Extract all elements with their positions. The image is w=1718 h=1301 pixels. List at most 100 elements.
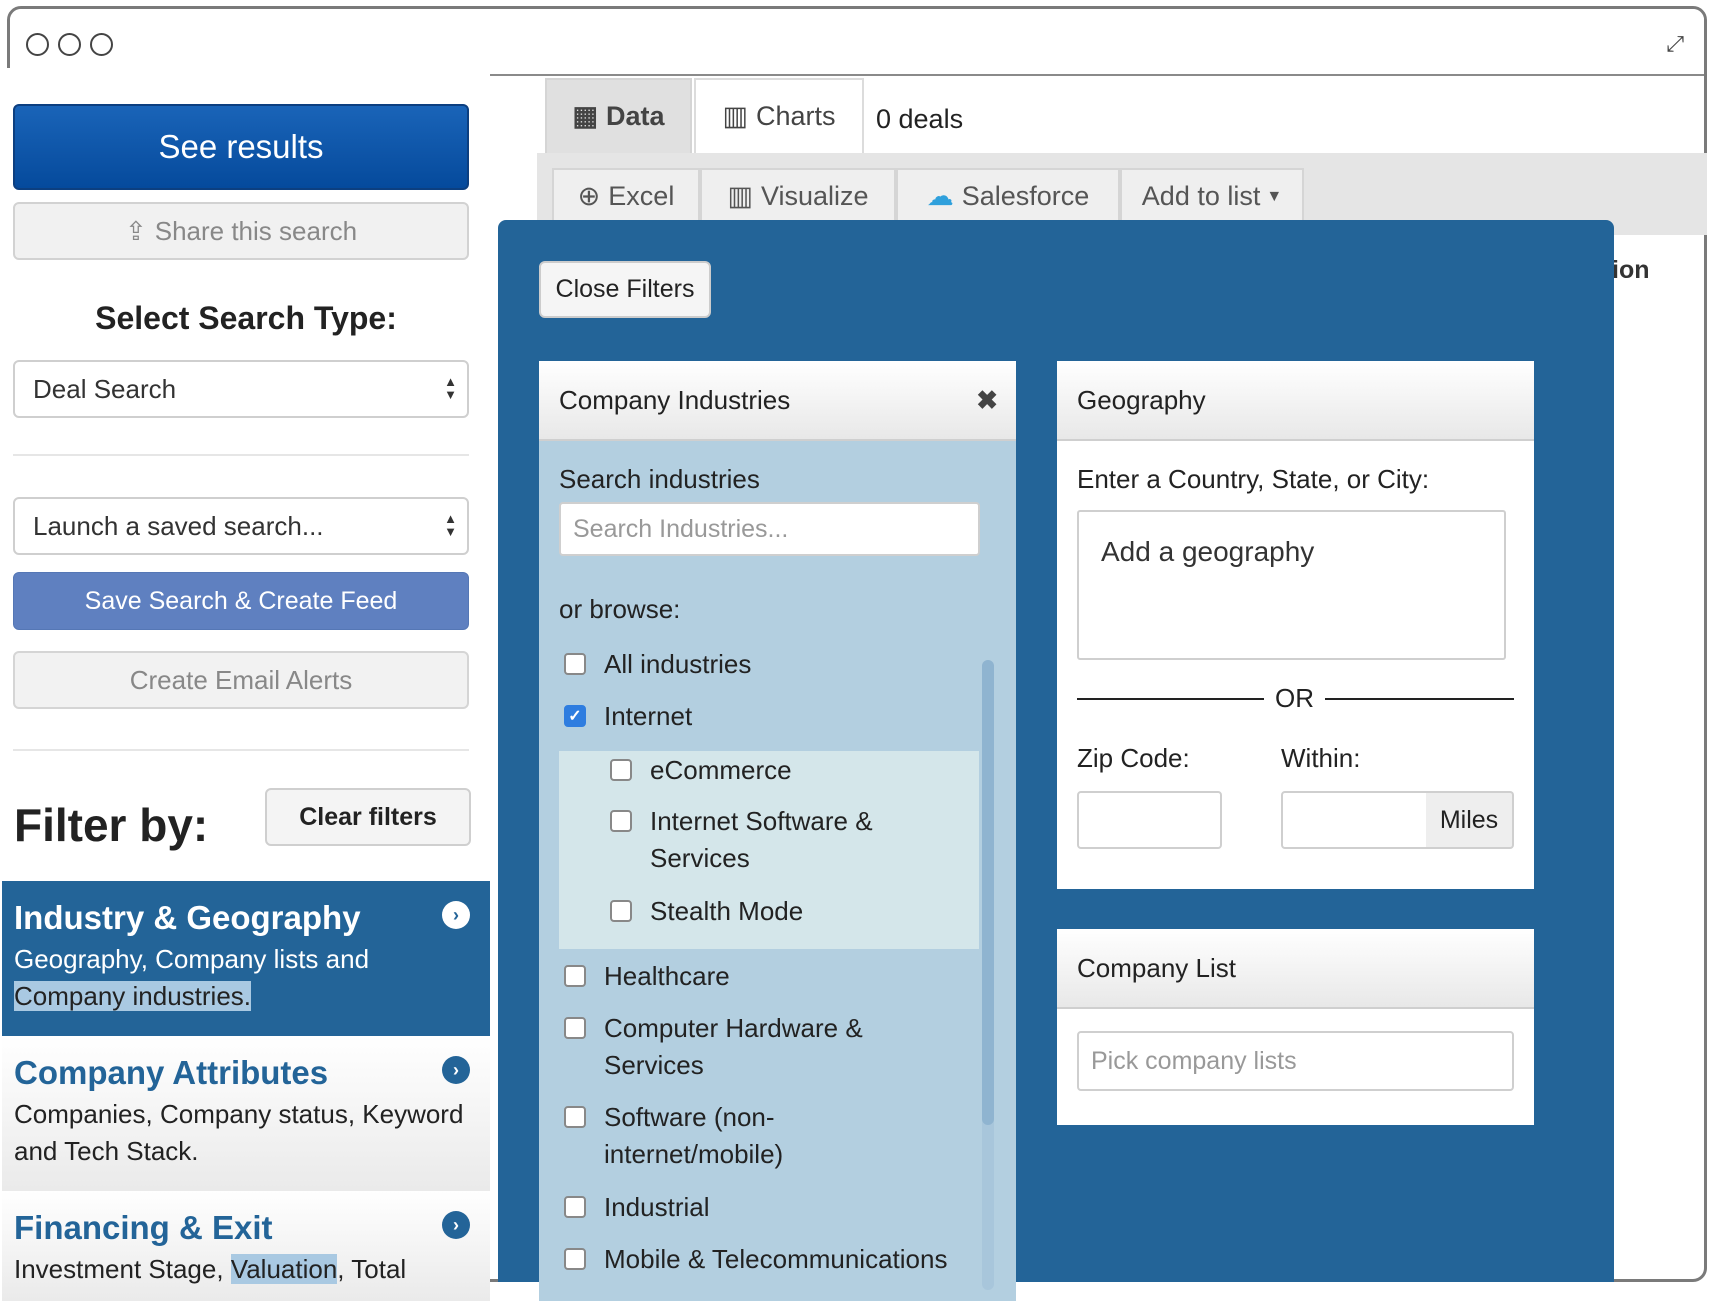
tab-label: Data <box>605 101 665 131</box>
saved-search-value: Launch a saved search... <box>33 510 324 541</box>
industry-label: All industries <box>604 649 752 679</box>
subindustry-item[interactable]: Internet Software & Services <box>610 803 940 877</box>
checkbox[interactable] <box>564 1017 586 1039</box>
industry-item[interactable]: Mobile & Telecommunications <box>564 1241 947 1278</box>
filter-section-industry-geography[interactable]: Industry & Geography Geography, Company … <box>2 881 490 1036</box>
select-arrows-icon: ▲ ▼ <box>444 374 457 402</box>
checkbox-checked[interactable]: ✓ <box>564 705 586 727</box>
window-minimize-dot[interactable] <box>58 33 81 56</box>
chevron-right-icon: › <box>442 1211 470 1239</box>
saved-search-select[interactable]: Launch a saved search... ▲ ▼ <box>13 497 469 555</box>
filter-by-heading: Filter by: <box>14 799 209 851</box>
checkbox[interactable] <box>564 1106 586 1128</box>
search-type-value: Deal Search <box>33 373 177 404</box>
industry-label: eCommerce <box>650 755 792 785</box>
tab-charts[interactable]: ▥ Charts <box>694 78 864 153</box>
industry-label: Computer Hardware & Services <box>604 1013 863 1080</box>
filter-section-desc: Geography, Company lists and Company ind… <box>14 944 370 1011</box>
left-sidebar: See results ⇪ Share this search Select S… <box>2 68 490 1301</box>
browse-label: or browse: <box>559 594 681 624</box>
visualize-label: Visualize <box>760 181 869 211</box>
share-label: Share this search <box>154 215 358 246</box>
filters-overlay: Close Filters Company Industries ✖ Searc… <box>498 220 1614 1301</box>
subindustry-item[interactable]: Stealth Mode <box>610 893 803 930</box>
deals-count: 0 deals <box>876 104 964 134</box>
checkbox[interactable] <box>610 900 632 922</box>
divider <box>1325 698 1514 700</box>
checkbox[interactable] <box>610 810 632 832</box>
excel-label: Excel <box>608 181 675 211</box>
industry-label: Industrial <box>604 1192 710 1222</box>
excel-button[interactable]: ⊕ Excel <box>552 168 700 225</box>
clear-filters-button[interactable]: Clear filters <box>265 788 471 846</box>
download-icon: ⊕ <box>577 181 601 211</box>
chevron-right-icon: › <box>442 1056 470 1084</box>
within-distance-input[interactable] <box>1281 791 1428 849</box>
divider <box>13 454 469 456</box>
industry-item[interactable]: All industries <box>564 646 751 683</box>
title-bar: ⤢ <box>10 9 1704 76</box>
search-industries-input[interactable]: Search Industries... <box>559 502 980 556</box>
filter-section-title: Industry & Geography <box>14 899 361 936</box>
checkbox[interactable] <box>564 965 586 987</box>
column-header-fragment: ion <box>1612 256 1650 284</box>
tab-label: Charts <box>755 101 836 131</box>
zip-code-input[interactable] <box>1077 791 1222 849</box>
close-icon[interactable]: ✖ <box>976 385 998 416</box>
industry-item[interactable]: ✓ Internet <box>564 698 692 735</box>
checkbox[interactable] <box>564 1248 586 1270</box>
share-search-button[interactable]: ⇪ Share this search <box>13 202 469 260</box>
divider <box>13 749 469 751</box>
geography-input[interactable]: Add a geography <box>1077 510 1506 660</box>
industry-label: Software (non-internet/mobile) <box>604 1102 784 1169</box>
industry-item[interactable]: Computer Hardware & Services <box>564 1010 894 1084</box>
checkbox[interactable] <box>564 653 586 675</box>
filter-section-financing-exit[interactable]: Financing & Exit Investment Stage, Valua… <box>2 1191 490 1301</box>
subindustry-item[interactable]: eCommerce <box>610 752 792 789</box>
within-label: Within: <box>1281 743 1361 773</box>
panel-title: Geography <box>1077 384 1206 415</box>
tab-data[interactable]: ▦ Data <box>545 78 692 153</box>
company-list-input[interactable]: Pick company lists <box>1077 1031 1514 1091</box>
scrollbar-thumb[interactable] <box>982 660 994 1125</box>
visualize-button[interactable]: ▥ Visualize <box>700 168 896 225</box>
expand-icon[interactable]: ⤢ <box>1666 31 1684 57</box>
industry-label: Internet Software & Services <box>650 806 873 873</box>
add-to-list-button[interactable]: Add to list ▼ <box>1120 168 1304 225</box>
panel-header: Company List <box>1057 929 1534 1009</box>
industry-label: Mobile & Telecommunications <box>604 1244 948 1274</box>
panel-title: Company Industries <box>559 384 791 415</box>
bar-chart-icon: ▥ <box>727 181 753 211</box>
window-zoom-dot[interactable] <box>90 33 113 56</box>
search-type-select[interactable]: Deal Search ▲ ▼ <box>13 360 469 418</box>
industry-label: Stealth Mode <box>650 896 804 926</box>
or-separator: OR <box>1275 683 1314 713</box>
filter-section-title: Company Attributes <box>14 1054 329 1091</box>
checkbox[interactable] <box>610 759 632 781</box>
window-close-dot[interactable] <box>26 33 49 56</box>
search-type-label: Select Search Type: <box>95 300 397 336</box>
salesforce-label: Salesforce <box>961 181 1090 211</box>
see-results-button[interactable]: See results <box>13 104 469 190</box>
industry-item[interactable]: Industrial <box>564 1189 710 1226</box>
zip-code-label: Zip Code: <box>1077 743 1190 773</box>
miles-unit: Miles <box>1426 791 1514 849</box>
company-industries-panel: Company Industries ✖ Search industries S… <box>539 361 1016 1301</box>
create-email-alerts-button[interactable]: Create Email Alerts <box>13 651 469 709</box>
geography-panel: Geography Enter a Country, State, or Cit… <box>1057 361 1534 889</box>
filter-section-desc: Investment Stage, Valuation, Total <box>14 1254 407 1284</box>
filter-section-company-attributes[interactable]: Company Attributes Companies, Company st… <box>2 1036 490 1191</box>
share-icon: ⇪ <box>124 215 147 246</box>
select-arrows-icon: ▲ ▼ <box>444 511 457 539</box>
salesforce-cloud-icon: ☁ <box>926 181 954 211</box>
industry-label: Internet <box>604 701 693 731</box>
salesforce-button[interactable]: ☁ Salesforce <box>896 168 1120 225</box>
close-filters-button[interactable]: Close Filters <box>539 261 711 318</box>
checkbox[interactable] <box>564 1196 586 1218</box>
save-search-feed-button[interactable]: Save Search & Create Feed <box>13 572 469 630</box>
chevron-right-icon: › <box>442 901 470 929</box>
industry-item[interactable]: Healthcare <box>564 958 730 995</box>
industry-item[interactable]: Software (non-internet/mobile) <box>564 1099 814 1173</box>
filter-section-desc: Companies, Company status, Keyword and T… <box>14 1099 464 1166</box>
search-industries-label: Search industries <box>559 464 760 494</box>
